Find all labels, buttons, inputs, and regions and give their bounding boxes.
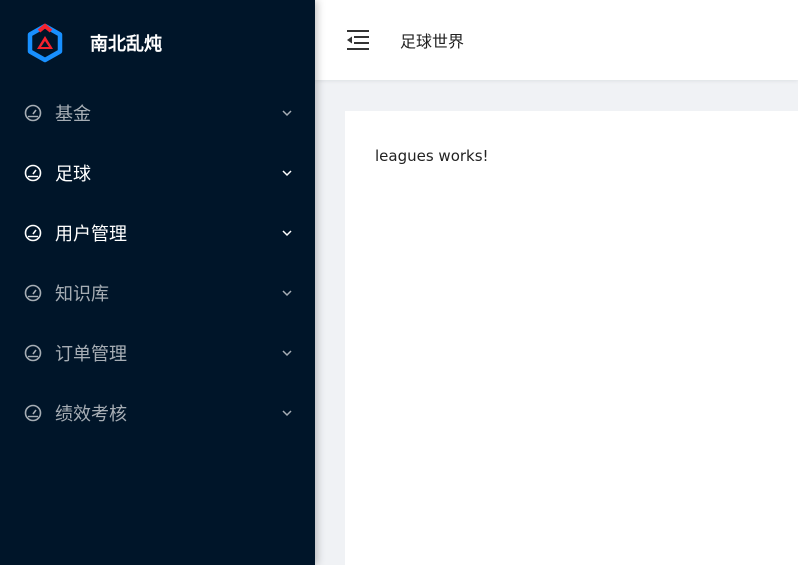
sidebar-item-0[interactable]: 基金 [0,83,315,143]
sidebar-item-1[interactable]: 足球 [0,143,315,203]
dashboard-icon [24,164,42,182]
sidebar-item-label: 基金 [55,104,91,125]
sidebar-item-4[interactable]: 订单管理 [0,323,315,383]
content-card: leagues works! [345,111,798,565]
chevron-down-icon [282,230,292,237]
logo-icon [27,23,63,63]
dashboard-icon [24,104,42,122]
dashboard-icon [24,224,42,242]
chevron-down-icon [282,110,292,117]
content-text: leagues works! [375,147,489,165]
brand-name: 南北乱炖 [90,34,162,55]
page-title: 足球世界 [400,32,465,51]
sidebar: 南北乱炖 基金足球用户管理知识库订单管理绩效考核 [0,0,315,565]
dashboard-icon [24,404,42,422]
sidebar-item-3[interactable]: 知识库 [0,263,315,323]
sidebar-item-label: 足球 [55,164,91,185]
sidebar-item-label: 用户管理 [55,224,127,245]
sidebar-item-label: 知识库 [55,284,109,305]
brand[interactable]: 南北乱炖 [0,0,315,86]
chevron-down-icon [282,170,292,177]
sidebar-item-label: 绩效考核 [55,404,127,425]
dashboard-icon [24,344,42,362]
sidebar-item-2[interactable]: 用户管理 [0,203,315,263]
chevron-down-icon [282,290,292,297]
header: 足球世界 [315,0,798,80]
sidebar-item-label: 订单管理 [55,344,127,365]
menu-fold-icon[interactable] [346,29,370,51]
chevron-down-icon [282,350,292,357]
chevron-down-icon [282,410,292,417]
dashboard-icon [24,284,42,302]
sidebar-item-5[interactable]: 绩效考核 [0,383,315,443]
